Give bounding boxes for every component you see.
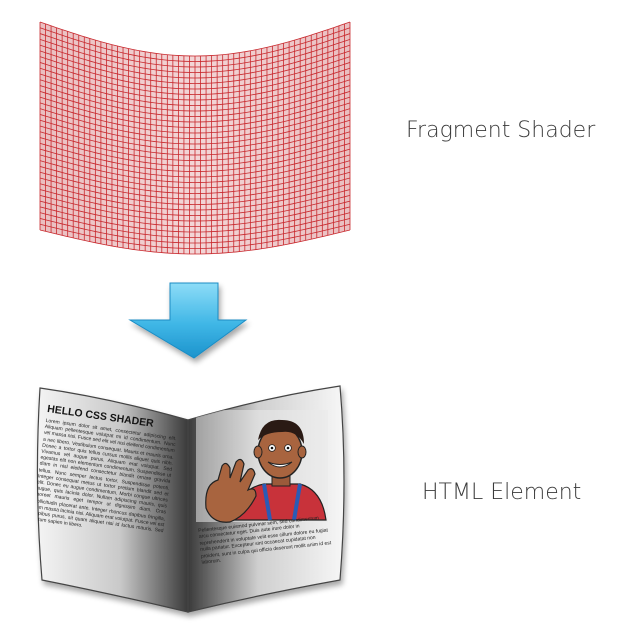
fragment-shader-mesh	[39, 21, 351, 255]
down-arrow-icon	[128, 282, 248, 359]
html-element-label: HTML Element	[422, 480, 582, 505]
fragment-shader-label: Fragment Shader	[406, 118, 596, 143]
cartoon-person-waving-icon	[196, 410, 328, 523]
page-left-column-text: Lorem ipsum dolor sit amet, consectetur …	[31, 417, 177, 535]
css-shader-diagram: HELLO CSS SHADER Lorem ipsum dolor sit a…	[31, 21, 351, 613]
